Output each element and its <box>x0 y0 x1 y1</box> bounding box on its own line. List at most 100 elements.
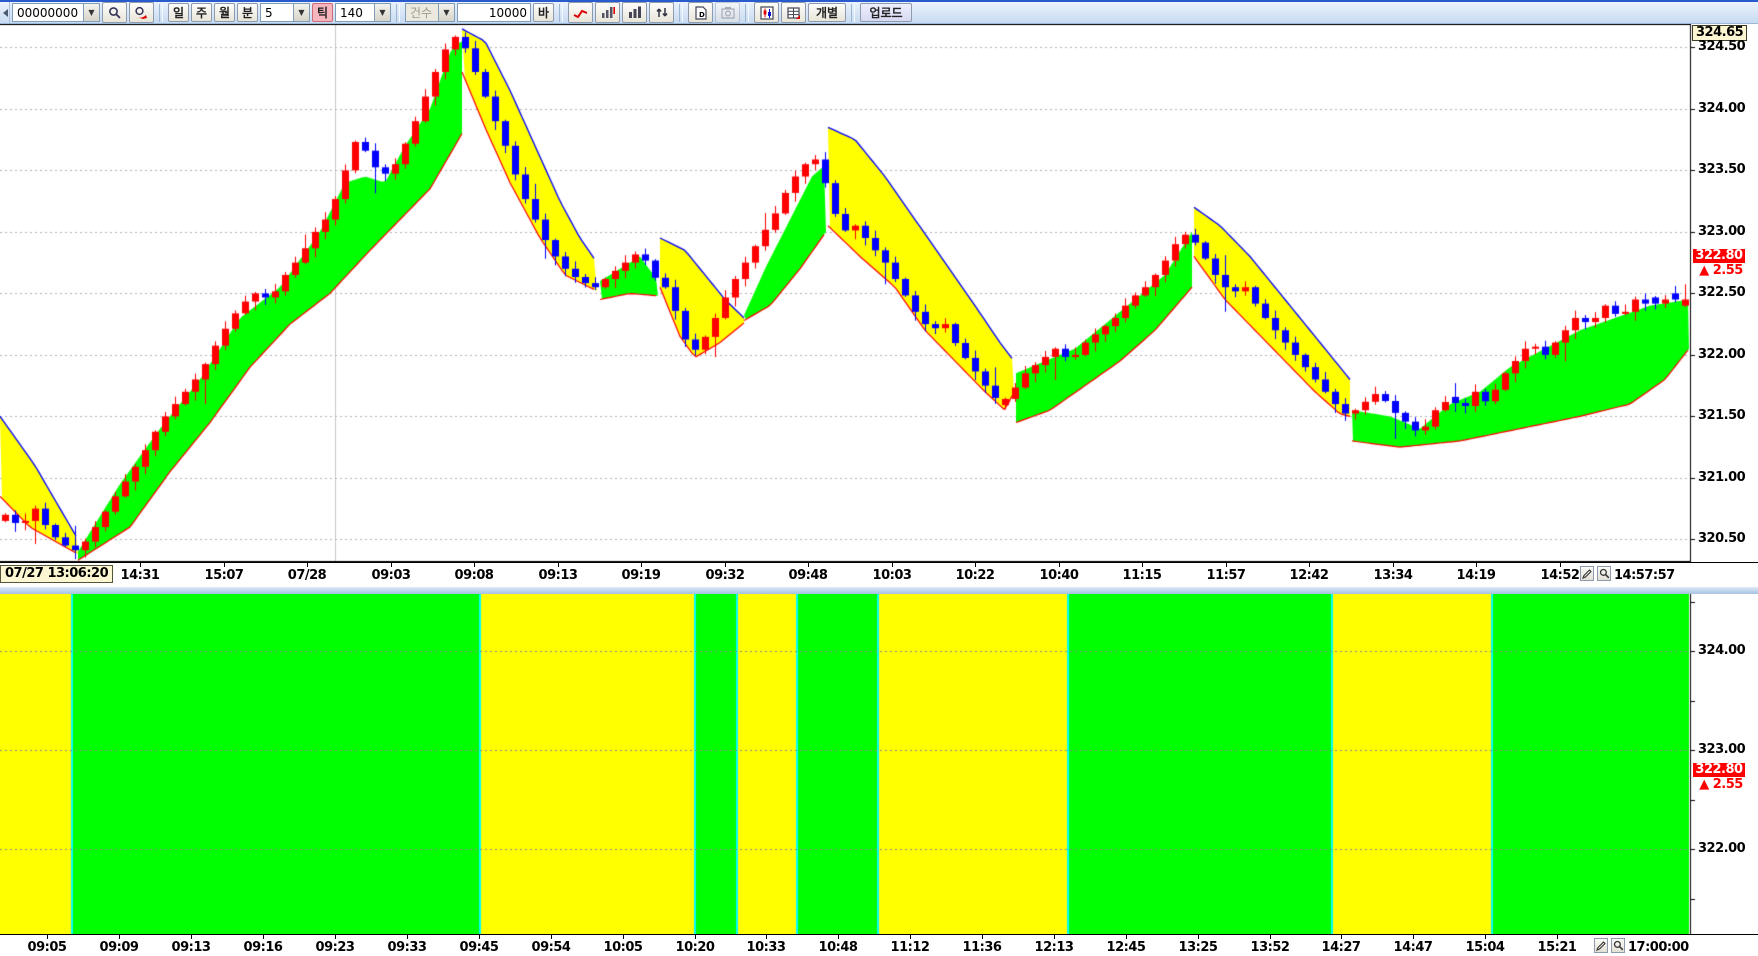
time-tick <box>307 563 308 567</box>
zoom-button[interactable] <box>1597 566 1611 581</box>
current-price-tag: 322.80 <box>1693 249 1745 263</box>
axis-end-time: 17:00:00 <box>1628 940 1689 955</box>
time-tick-label: 14:31 <box>121 568 160 583</box>
camera-icon <box>721 6 735 19</box>
price-tick-label: 321.00 <box>1698 471 1756 485</box>
new-document-button[interactable]: D <box>688 2 713 23</box>
time-tick <box>1226 563 1227 567</box>
bar-chart-button[interactable] <box>622 2 647 23</box>
document-icon: D <box>694 6 708 20</box>
time-tick <box>479 935 480 939</box>
minute-value: 5 <box>261 6 293 20</box>
price-tick-label: 324.00 <box>1698 102 1756 116</box>
tick-count-value: 140 <box>336 6 374 20</box>
period-month-button[interactable]: 월 <box>214 3 235 22</box>
time-tick-label: 10:22 <box>956 568 995 583</box>
time-tick-label: 09:54 <box>532 940 571 955</box>
lower-time-axis: 09:0509:0909:1309:1609:2309:3309:4509:54… <box>0 934 1758 956</box>
volume-alert-button[interactable] <box>595 2 620 23</box>
time-tick-label: 10:03 <box>873 568 912 583</box>
time-tick-label: 10:33 <box>747 940 786 955</box>
chevron-down-icon[interactable]: ▼ <box>293 4 309 21</box>
time-tick <box>391 563 392 567</box>
time-tick-label: 09:03 <box>372 568 411 583</box>
time-tick-label: 12:42 <box>1290 568 1329 583</box>
search-button[interactable] <box>102 2 127 23</box>
lower-trend-stripes-chart[interactable] <box>0 594 1758 934</box>
time-tick <box>641 563 642 567</box>
time-tick <box>982 935 983 939</box>
time-tick <box>140 563 141 567</box>
time-tick <box>910 935 911 939</box>
capture-button-disabled <box>715 2 740 23</box>
separator <box>559 4 563 22</box>
individual-button[interactable]: 개별 <box>808 3 846 22</box>
time-tick <box>808 563 809 567</box>
chevron-down-icon: ▼ <box>438 4 454 21</box>
time-tick-label: 10:48 <box>819 940 858 955</box>
time-tick <box>1476 563 1477 567</box>
time-tick-label: 12:13 <box>1035 940 1074 955</box>
chevron-down-icon[interactable]: ▼ <box>83 4 99 21</box>
line-chart-icon <box>573 7 588 19</box>
bar-button[interactable]: 바 <box>533 3 554 22</box>
time-tick-label: 11:36 <box>963 940 1002 955</box>
panel-splitter[interactable] <box>0 586 1758 594</box>
time-tick <box>263 935 264 939</box>
separator <box>851 4 855 22</box>
time-tick <box>558 563 559 567</box>
time-tick <box>1393 563 1394 567</box>
up-down-arrows-icon <box>655 6 669 19</box>
time-tick-label: 09:08 <box>455 568 494 583</box>
time-tick <box>191 935 192 939</box>
magnifier-icon <box>1599 568 1610 579</box>
table-grid-icon <box>787 6 801 20</box>
symbol-combo[interactable]: 00000000 ▼ <box>12 3 100 22</box>
time-tick <box>1485 935 1486 939</box>
annotate-button[interactable] <box>1580 566 1594 581</box>
period-day-button[interactable]: 일 <box>168 3 189 22</box>
zoom-button[interactable] <box>1611 938 1625 953</box>
trading-chart-window: 00000000 ▼ 일 주 월 분 5 ▼ 틱 140 ▼ 건수 ▼ 1000… <box>0 0 1758 956</box>
time-tick <box>1198 935 1199 939</box>
time-tick <box>1142 563 1143 567</box>
toolbar-collapse-arrow[interactable] <box>1 2 10 23</box>
upper-candlestick-chart[interactable] <box>0 24 1758 562</box>
time-tick-label: 09:33 <box>388 940 427 955</box>
bar-count-input[interactable]: 10000 <box>457 3 531 22</box>
period-week-button[interactable]: 주 <box>191 3 212 22</box>
time-tick <box>1557 935 1558 939</box>
left-arrow-icon <box>3 9 8 17</box>
search-icon <box>108 6 122 20</box>
time-tick <box>224 563 225 567</box>
up-triangle-icon: ▲ <box>1699 777 1709 792</box>
grid-settings-button[interactable] <box>781 2 806 23</box>
minute-combo[interactable]: 5 ▼ <box>260 3 310 22</box>
line-style-button[interactable] <box>568 2 593 23</box>
time-tick <box>1560 563 1561 567</box>
chevron-down-icon[interactable]: ▼ <box>374 4 390 21</box>
sort-updown-button[interactable] <box>649 2 674 23</box>
bar-chart-icon <box>628 6 642 19</box>
separator <box>159 4 163 22</box>
time-tick <box>1054 935 1055 939</box>
time-tick <box>47 935 48 939</box>
time-tick-label: 15:21 <box>1538 940 1577 955</box>
upload-button[interactable]: 업로드 <box>860 3 912 22</box>
symbol-jump-button[interactable] <box>129 2 154 23</box>
time-tick-label: 13:52 <box>1251 940 1290 955</box>
tick-count-combo[interactable]: 140 ▼ <box>335 3 391 22</box>
time-tick <box>407 935 408 939</box>
candle-settings-button[interactable] <box>754 2 779 23</box>
period-tick-button[interactable]: 틱 <box>312 3 333 22</box>
price-tick-label: 321.50 <box>1698 409 1756 423</box>
time-tick-label: 11:15 <box>1123 568 1162 583</box>
time-tick <box>551 935 552 939</box>
time-tick-label: 14:47 <box>1394 940 1433 955</box>
annotate-button[interactable] <box>1594 938 1608 953</box>
period-minute-button[interactable]: 분 <box>237 3 258 22</box>
time-tick <box>975 563 976 567</box>
time-tick <box>1270 935 1271 939</box>
current-price-change: ▲ 2.55 <box>1693 778 1749 792</box>
time-tick-label: 10:20 <box>676 940 715 955</box>
